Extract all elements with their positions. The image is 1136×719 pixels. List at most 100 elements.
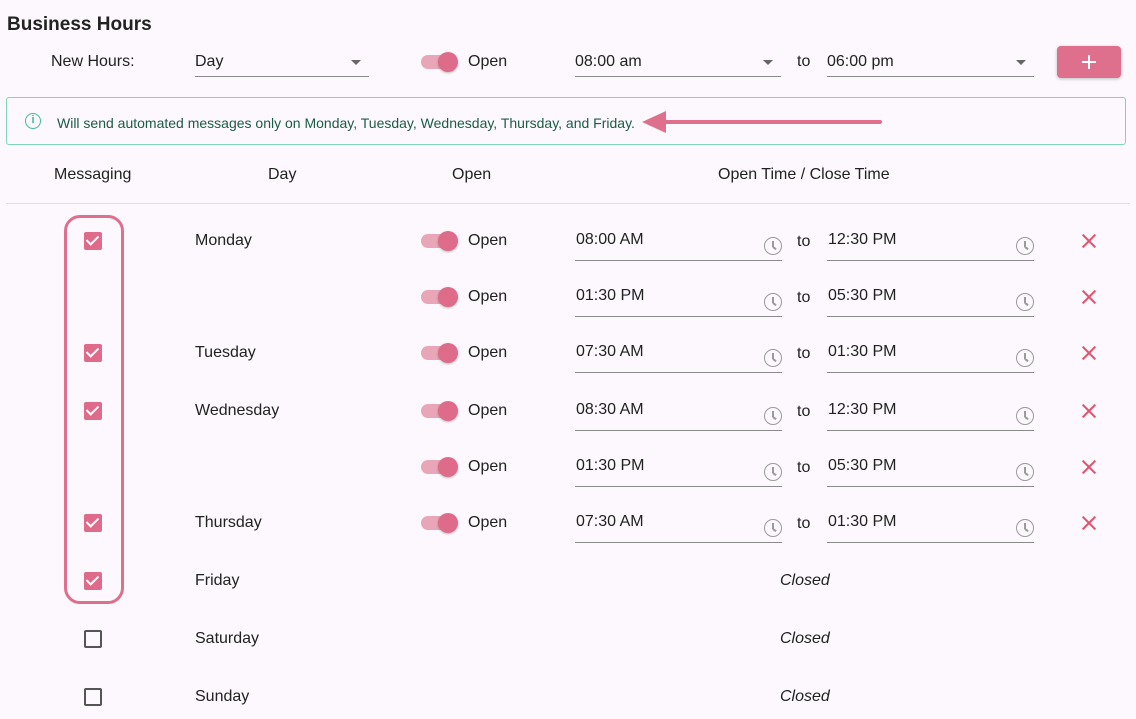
page-title: Business Hours	[7, 14, 152, 35]
close-time-field[interactable]: 01:30 PM	[827, 511, 1034, 543]
open-label: Open	[468, 232, 508, 249]
closed-label: Closed	[780, 688, 830, 705]
open-time-value: 08:00 AM	[576, 231, 644, 248]
close-time-field[interactable]: 12:30 PM	[827, 399, 1034, 431]
open-time-value: 08:30 AM	[576, 401, 644, 418]
open-time-value: 07:30 AM	[576, 513, 644, 530]
new-hours-from-value: 08:00 am	[575, 53, 642, 70]
open-label: Open	[468, 458, 508, 475]
open-toggle[interactable]	[421, 230, 459, 252]
new-hours-to-label: to	[797, 53, 811, 70]
day-select-value: Day	[195, 53, 224, 70]
chevron-down-icon	[1016, 60, 1026, 65]
close-time-value: 01:30 PM	[828, 513, 897, 530]
new-hours-open-toggle[interactable]	[421, 51, 459, 73]
clock-icon[interactable]	[1016, 519, 1034, 537]
open-time-field[interactable]: 01:30 PM	[575, 455, 782, 487]
day-label: Wednesday	[195, 402, 280, 419]
close-time-field[interactable]: 01:30 PM	[827, 341, 1034, 373]
open-toggle[interactable]	[421, 286, 459, 308]
open-label: Open	[468, 344, 508, 361]
delete-icon[interactable]	[1080, 288, 1098, 306]
header-times: Open Time / Close Time	[718, 166, 890, 183]
messaging-checkbox-friday[interactable]	[84, 572, 102, 590]
chevron-down-icon	[763, 60, 773, 65]
add-hours-button[interactable]	[1057, 46, 1121, 78]
clock-icon[interactable]	[764, 349, 782, 367]
clock-icon[interactable]	[764, 237, 782, 255]
to-label: to	[797, 403, 811, 420]
delete-icon[interactable]	[1080, 514, 1098, 532]
clock-icon[interactable]	[764, 293, 782, 311]
clock-icon[interactable]	[1016, 237, 1034, 255]
clock-icon[interactable]	[1016, 293, 1034, 311]
header-divider	[6, 203, 1130, 204]
new-hours-to-value: 06:00 pm	[827, 53, 894, 70]
messaging-checkbox-saturday[interactable]	[84, 630, 102, 648]
to-label: to	[797, 233, 811, 250]
clock-icon[interactable]	[764, 407, 782, 425]
open-toggle[interactable]	[421, 456, 459, 478]
messaging-checkbox-sunday[interactable]	[84, 688, 102, 706]
open-time-value: 01:30 PM	[576, 287, 645, 304]
info-icon: i	[25, 113, 41, 129]
day-label: Sunday	[195, 688, 250, 705]
delete-icon[interactable]	[1080, 458, 1098, 476]
close-time-field[interactable]: 05:30 PM	[827, 455, 1034, 487]
open-toggle[interactable]	[421, 342, 459, 364]
open-label: Open	[468, 402, 508, 419]
day-label: Tuesday	[195, 344, 256, 361]
messaging-checkbox-wednesday[interactable]	[84, 402, 102, 420]
open-time-field[interactable]: 07:30 AM	[575, 341, 782, 373]
close-time-value: 12:30 PM	[828, 401, 897, 418]
header-day: Day	[268, 166, 297, 183]
day-label: Thursday	[195, 514, 262, 531]
open-time-field[interactable]: 08:30 AM	[575, 399, 782, 431]
info-alert: i Will send automated messages only on M…	[6, 97, 1126, 145]
header-open: Open	[452, 166, 492, 183]
clock-icon[interactable]	[1016, 407, 1034, 425]
open-time-field[interactable]: 01:30 PM	[575, 285, 782, 317]
close-time-value: 05:30 PM	[828, 287, 897, 304]
clock-icon[interactable]	[764, 519, 782, 537]
open-toggle[interactable]	[421, 400, 459, 422]
to-label: to	[797, 289, 811, 306]
close-time-value: 01:30 PM	[828, 343, 897, 360]
delete-icon[interactable]	[1080, 402, 1098, 420]
closed-label: Closed	[780, 572, 830, 589]
open-time-value: 01:30 PM	[576, 457, 645, 474]
messaging-checkbox-monday[interactable]	[84, 232, 102, 250]
close-time-field[interactable]: 12:30 PM	[827, 229, 1034, 261]
close-time-field[interactable]: 05:30 PM	[827, 285, 1034, 317]
delete-icon[interactable]	[1080, 232, 1098, 250]
open-label: Open	[468, 514, 508, 531]
to-label: to	[797, 459, 811, 476]
clock-icon[interactable]	[764, 463, 782, 481]
new-hours-label: New Hours:	[51, 53, 135, 70]
open-time-field[interactable]: 08:00 AM	[575, 229, 782, 261]
day-select[interactable]: Day	[195, 47, 369, 77]
header-messaging: Messaging	[54, 166, 132, 183]
close-time-value: 05:30 PM	[828, 457, 897, 474]
clock-icon[interactable]	[1016, 463, 1034, 481]
closed-label: Closed	[780, 630, 830, 647]
open-time-value: 07:30 AM	[576, 343, 644, 360]
delete-icon[interactable]	[1080, 344, 1098, 362]
arrow-annotation	[642, 111, 882, 133]
close-time-value: 12:30 PM	[828, 231, 897, 248]
open-toggle[interactable]	[421, 512, 459, 534]
alert-message: Will send automated messages only on Mon…	[57, 115, 635, 131]
to-label: to	[797, 345, 811, 362]
day-label: Friday	[195, 572, 240, 589]
messaging-checkbox-tuesday[interactable]	[84, 344, 102, 362]
open-label: Open	[468, 288, 508, 305]
day-label: Saturday	[195, 630, 260, 647]
clock-icon[interactable]	[1016, 349, 1034, 367]
to-label: to	[797, 515, 811, 532]
chevron-down-icon	[351, 60, 361, 65]
new-hours-to-select[interactable]: 06:00 pm	[827, 47, 1034, 77]
open-time-field[interactable]: 07:30 AM	[575, 511, 782, 543]
new-hours-from-select[interactable]: 08:00 am	[575, 47, 781, 77]
new-hours-open-label: Open	[468, 53, 508, 70]
messaging-checkbox-thursday[interactable]	[84, 514, 102, 532]
